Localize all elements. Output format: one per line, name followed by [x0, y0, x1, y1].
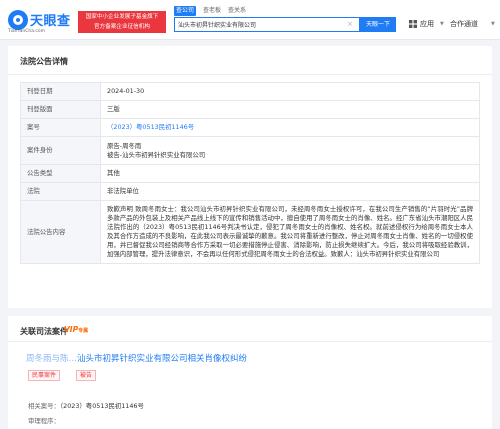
clear-icon[interactable]: ×: [345, 19, 355, 29]
row-key: 公告类型: [20, 164, 101, 183]
search-input[interactable]: [175, 18, 343, 30]
related-case-title[interactable]: 周冬雨与陈…汕头市初昇针织实业有限公司相关肖像权纠纷: [26, 352, 247, 364]
case-title-dots: …: [68, 354, 78, 364]
row-key: 案件身份: [20, 136, 101, 165]
row-key: 案号: [20, 118, 101, 137]
tab-boss[interactable]: 查老板: [201, 6, 223, 16]
tab-company[interactable]: 查公司: [174, 6, 197, 16]
chevron-down-icon: ▼: [491, 21, 495, 27]
vip-sub: 专属: [78, 328, 89, 334]
logo-eye-icon: [8, 10, 28, 30]
table-row: 案件身份 原告-周冬雨 被告-汕头市初昇针织实业有限公司: [20, 136, 480, 165]
nav-app[interactable]: 应用: [420, 19, 434, 29]
vip-label: VIP: [64, 325, 79, 334]
gov-badge-line2: 官方备案企业征信机构: [94, 24, 150, 30]
divider: [8, 74, 492, 75]
party-defendant: 被告-汕头市初昇针织实业有限公司: [107, 150, 206, 159]
vip-badge: VIP专属: [64, 325, 88, 334]
tag-role: 被告: [76, 370, 97, 381]
gov-badge-line1: 国家中小企业发展子基金旗下: [85, 14, 159, 20]
case-no-value: （2023）粤0513民初1146号: [59, 402, 144, 410]
case-number-link[interactable]: （2023）粤0513民初1146号: [107, 123, 194, 131]
table-row: 公告类型 其他: [20, 164, 480, 183]
table-row: 案号 （2023）粤0513民初1146号: [20, 118, 480, 137]
notice-detail-card: 法院公告详情 刊登日期 2024-01-30 刊登版面 三版 案号 （2023）…: [8, 46, 492, 308]
site-logo[interactable]: 天眼查 TianYanCha.com: [8, 8, 74, 34]
chevron-down-icon: ▼: [440, 21, 444, 27]
table-row: 刊登日期 2024-01-30: [20, 82, 480, 101]
row-key: 法院公告内容: [20, 200, 101, 264]
table-row: 刊登版面 三版: [20, 100, 480, 119]
logo-text: 天眼查: [30, 14, 71, 29]
row-value: 三版: [100, 100, 480, 119]
tab-relation[interactable]: 查关系: [226, 6, 248, 16]
table-row: 法院 非法院单位: [20, 182, 480, 201]
gov-badge: 国家中小企业发展子基金旗下 官方备案企业征信机构: [78, 11, 166, 33]
tag-civil-case: 民事案件: [28, 370, 61, 381]
notice-table: 刊登日期 2024-01-30 刊登版面 三版 案号 （2023）粤0513民初…: [20, 82, 480, 264]
case-title-main: 汕头市初昇针织实业有限公司相关肖像权纠纷: [77, 354, 248, 364]
table-row: 法院公告内容 致歉声明 致周冬雨女士：我公司汕头市初昇针织实业有限公司，未经周冬…: [20, 200, 480, 264]
notice-title: 法院公告详情: [20, 57, 68, 66]
party-plaintiff: 原告-周冬雨: [107, 141, 142, 150]
row-value: 非法院单位: [100, 182, 480, 201]
row-value: 2024-01-30: [100, 82, 480, 101]
procedure-label: 审理程序：: [28, 417, 60, 425]
row-value: 其他: [100, 164, 480, 183]
search-box: ×: [174, 17, 360, 32]
related-cases-card: 关联司法案件 VIP专属 周冬雨与陈…汕头市初昇针织实业有限公司相关肖像权纠纷 …: [8, 316, 492, 429]
grid-icon: [409, 20, 417, 28]
row-key: 法院: [20, 182, 101, 201]
logo-domain: TianYanCha.com: [8, 29, 46, 34]
case-no-row: 相关案号：（2023）粤0513民初1146号: [28, 402, 144, 411]
nav-partner[interactable]: 合作通道: [450, 19, 478, 29]
row-key: 刊登日期: [20, 82, 101, 101]
related-title: 关联司法案件: [20, 327, 68, 336]
row-key: 刊登版面: [20, 100, 101, 119]
case-title-fade: 周冬雨与陈: [26, 354, 69, 364]
divider: [8, 341, 492, 342]
top-header: 天眼查 TianYanCha.com 国家中小企业发展子基金旗下 官方备案企业征…: [0, 0, 500, 40]
case-no-label: 相关案号：: [28, 402, 60, 410]
procedure-row: 审理程序：: [28, 417, 60, 426]
notice-content: 致歉声明 致周冬雨女士：我公司汕头市初昇针织实业有限公司，未经周冬雨女士授权许可…: [107, 205, 473, 258]
search-button[interactable]: 天眼一下: [360, 17, 396, 32]
